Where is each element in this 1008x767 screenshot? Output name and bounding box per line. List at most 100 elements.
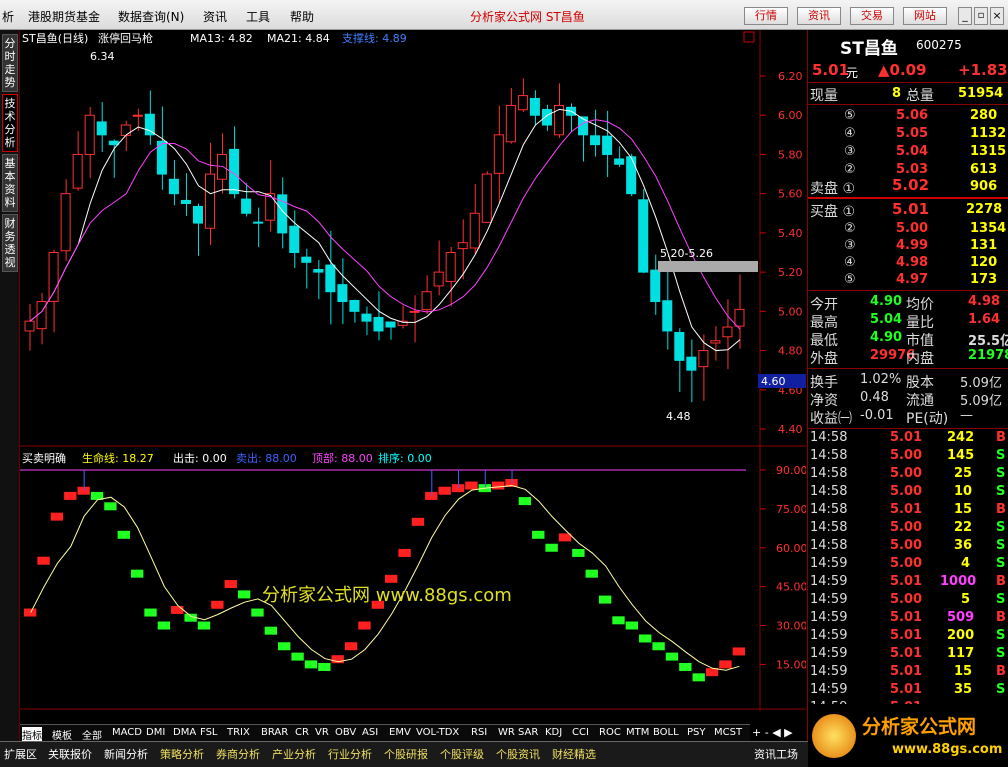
scroll-right-icon[interactable]: ▶ [784, 726, 792, 739]
stat2-value: -0.01 [860, 408, 894, 423]
price-unit: 元 [846, 66, 859, 80]
trade-button[interactable]: 交易 [850, 7, 894, 25]
candle-body [96, 121, 107, 136]
status-tab[interactable]: 券商分析 [216, 746, 260, 762]
candle-body [180, 199, 191, 204]
tick-vol: 10 [954, 484, 973, 499]
total-vol: 51954 [958, 86, 1004, 101]
indicator-tab[interactable]: DMA [173, 727, 196, 738]
stat-label: 最高 [810, 315, 838, 331]
status-tab[interactable]: 个股研报 [384, 746, 428, 762]
candle-body [710, 340, 721, 344]
status-tab[interactable]: 策略分析 [160, 746, 204, 762]
candle-body [24, 320, 35, 332]
stat-value: 1.64 [968, 312, 1001, 327]
tick-vol: 36 [954, 538, 973, 553]
indicator-tab[interactable]: BOLL [653, 727, 679, 738]
close-icon[interactable]: × [990, 7, 1004, 25]
indicator-tab[interactable]: CR [295, 727, 309, 738]
indicator-tab[interactable]: FSL [200, 727, 218, 738]
indicator-tab[interactable]: RSI [471, 727, 487, 738]
menu-item-help[interactable]: 帮助 [290, 8, 314, 25]
news-button[interactable]: 资讯 [797, 7, 841, 25]
indicator-tab[interactable]: VOL-TDX [416, 727, 459, 738]
candle-body [289, 225, 300, 253]
candle-body [168, 178, 179, 195]
indicator-tab[interactable]: KDJ [545, 727, 562, 738]
status-tab[interactable]: 产业分析 [272, 746, 316, 762]
status-tab[interactable]: 关联报价 [48, 746, 92, 762]
zoom-controls[interactable]: + - ◀ ▶ [752, 726, 806, 740]
status-tab[interactable]: 扩展区 [4, 746, 37, 762]
website-button[interactable]: 网站 [903, 7, 947, 25]
status-tab[interactable]: 资讯工场 [754, 746, 798, 762]
indicator-tab[interactable]: MCST [714, 727, 742, 738]
tick-vol: 25 [954, 466, 973, 481]
candle-body [517, 95, 528, 111]
buy-price: 4.97 [896, 272, 929, 287]
support-value: 支撑线: 4.89 [342, 31, 407, 45]
tab-technical-analysis[interactable]: 技术分析 [2, 94, 18, 152]
status-tab[interactable]: 个股资讯 [496, 746, 540, 762]
indicator-tab[interactable]: ROC [599, 727, 621, 738]
osc-bar [130, 569, 144, 578]
tick-price: 5.00 [890, 466, 923, 481]
tick-vol: 509 [947, 610, 975, 625]
indicator-tab[interactable]: OBV [335, 727, 356, 738]
status-tab[interactable]: 行业分析 [328, 746, 372, 762]
osc-bar [291, 652, 304, 661]
indicator-tab[interactable]: ASI [362, 727, 378, 738]
menu-item-analysis[interactable]: 析 [2, 8, 14, 25]
indicator-tab[interactable]: WR [498, 727, 515, 738]
menu-item-tools[interactable]: 工具 [246, 8, 270, 25]
status-tab[interactable]: 财经精选 [552, 746, 596, 762]
indicator-tab-bar: 指标 模板 全部 MACD DMI DMA FSL TRIX BRAR CR VR OBV ASI EMV… [20, 724, 750, 742]
sell-level: ③ [844, 144, 856, 159]
candle-body [541, 109, 552, 126]
stat-label: 内盘 [906, 351, 934, 367]
stat-label: 今开 [810, 297, 838, 313]
tab-finance[interactable]: 财务透视 [2, 214, 18, 272]
status-tab[interactable]: 新闻分析 [104, 746, 148, 762]
indicator-tab[interactable]: MTM [626, 727, 649, 738]
restore-icon[interactable]: ▫ [974, 7, 988, 25]
indicator-tab[interactable]: TRIX [227, 727, 250, 738]
osc-bar [465, 481, 478, 490]
menu-item-news[interactable]: 资讯 [203, 8, 227, 25]
menu-item-data-query[interactable]: 数据查询(N) [118, 8, 184, 25]
candle-body [638, 199, 649, 273]
stat-value: 4.90 [870, 294, 903, 309]
total-vol-label: 总量 [906, 88, 934, 104]
indicator-tab[interactable]: VR [315, 727, 329, 738]
indicator-tab[interactable]: 全部 [82, 727, 102, 742]
indicator-tab[interactable]: 模板 [52, 727, 72, 742]
tab-basic-info[interactable]: 基本资料 [2, 154, 18, 212]
indicator-tab[interactable]: CCI [572, 727, 589, 738]
status-tab[interactable]: 个股评级 [440, 746, 484, 762]
zoom-in-icon[interactable]: + [752, 726, 761, 739]
tick-vol: 5 [961, 592, 971, 607]
zoom-out-icon[interactable]: - [765, 726, 769, 739]
osc-bar [318, 662, 331, 671]
minimize-icon[interactable]: _ [958, 7, 972, 25]
indicator-tab[interactable]: PSY [687, 727, 706, 738]
quote-button[interactable]: 行情 [744, 7, 788, 25]
tick-vol: 4 [961, 556, 971, 571]
indicator-tab[interactable]: SAR [518, 727, 538, 738]
indicator-name: 涨停回马枪 [98, 31, 153, 45]
stat-label: 均价 [906, 297, 934, 313]
buy1-vol: 2278 [966, 202, 1003, 217]
indicator-tab[interactable]: MACD [112, 727, 142, 738]
indicator-tab[interactable]: EMV [389, 727, 411, 738]
indicator-tab[interactable]: BRAR [261, 727, 288, 738]
kline-chart[interactable]: ST昌鱼(日线) 涨停回马枪 MA13: 4.82 MA21: 4.84 支撑线… [20, 30, 806, 711]
candle-body [734, 308, 745, 327]
scroll-left-icon[interactable]: ◀ [772, 726, 780, 739]
menu-item-hk-futures[interactable]: 港股期货基金 [28, 8, 100, 25]
candle-body [301, 256, 312, 263]
tab-time-sharing[interactable]: 分时走势 [2, 34, 18, 92]
ma13-value: MA13: 4.82 [190, 32, 253, 45]
indicator-tab[interactable]: DMI [146, 727, 165, 738]
tick-vol: 35 [954, 682, 973, 697]
indicator-tab[interactable]: 指标 [22, 727, 42, 742]
